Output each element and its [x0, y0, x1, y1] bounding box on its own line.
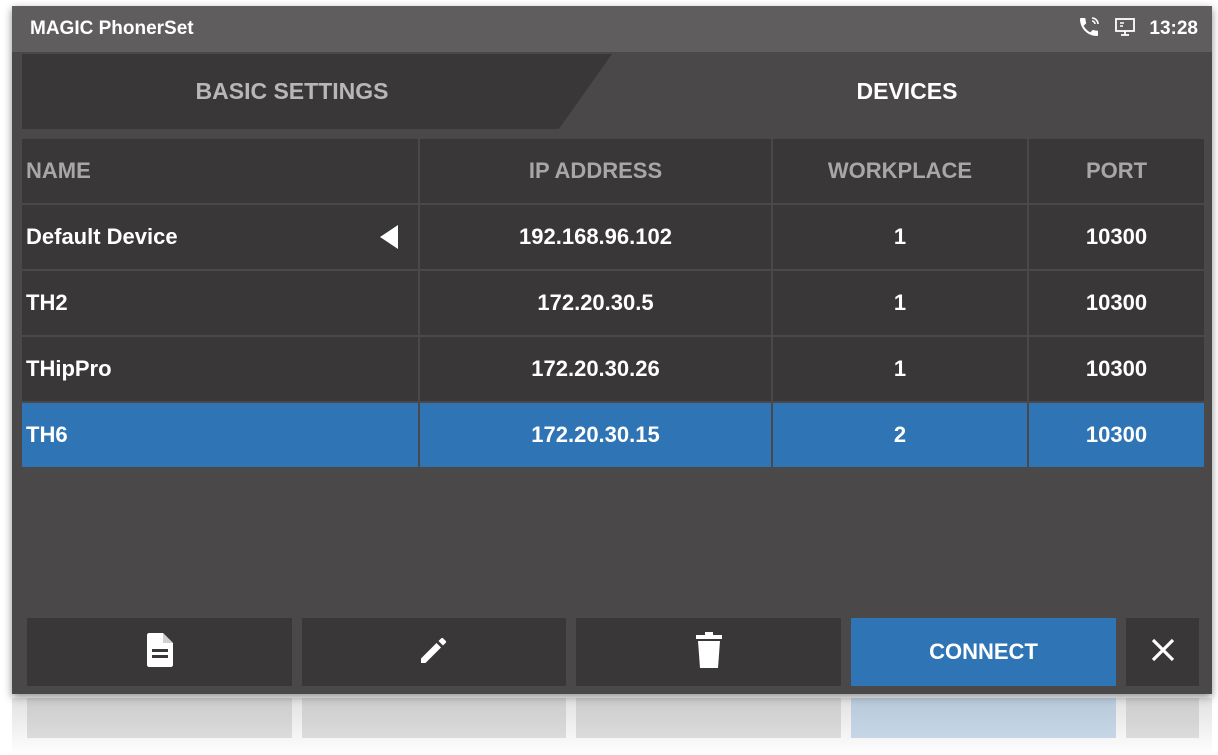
delete-device-button[interactable]: [576, 618, 841, 686]
connect-button-label: CONNECT: [929, 639, 1038, 664]
app-screen: MAGIC PhonerSet 13:28 BASIC SETTINGS DEV…: [12, 6, 1212, 694]
default-marker-icon: [380, 225, 398, 249]
reflection-shape: [851, 698, 1116, 738]
device-port: 10300: [1029, 205, 1204, 269]
status-clock: 13:28: [1149, 18, 1198, 39]
trash-icon: [695, 631, 722, 673]
tab-devices[interactable]: DEVICES: [612, 54, 1202, 129]
devices-table: NAME IP ADDRESS WORKPLACE PORT Default D…: [20, 137, 1206, 469]
reflection-shape: [27, 698, 292, 738]
document-icon: [146, 632, 173, 672]
device-name: THipPro: [22, 337, 418, 401]
tab-devices-label: DEVICES: [856, 78, 958, 104]
reflection-shape: [1126, 698, 1199, 738]
app-title: MAGIC PhonerSet: [30, 18, 194, 39]
device-workplace: 1: [773, 205, 1027, 269]
tab-basic-settings[interactable]: BASIC SETTINGS: [22, 54, 612, 129]
reflection-shape: [302, 698, 566, 738]
status-icons: 13:28: [1077, 6, 1198, 52]
device-workplace: 1: [773, 337, 1027, 401]
device-ip: 192.168.96.102: [420, 205, 771, 269]
column-header-name[interactable]: NAME: [22, 139, 418, 203]
table-row[interactable]: THipPro 172.20.30.26 1 10300: [22, 337, 1204, 401]
device-name: Default Device: [26, 224, 178, 249]
device-name-cell: Default Device: [22, 205, 418, 269]
device-ip: 172.20.30.5: [420, 271, 771, 335]
device-workplace: 1: [773, 271, 1027, 335]
screen-reflection: [12, 698, 1212, 755]
table-header-row: NAME IP ADDRESS WORKPLACE PORT: [22, 139, 1204, 203]
table-row[interactable]: Default Device 192.168.96.102 1 10300: [22, 205, 1204, 269]
new-device-button[interactable]: [27, 618, 292, 686]
reflection-shape: [576, 698, 841, 738]
table-row[interactable]: TH2 172.20.30.5 1 10300: [22, 271, 1204, 335]
close-icon: [1151, 638, 1175, 667]
column-header-port[interactable]: PORT: [1029, 139, 1204, 203]
phone-call-icon: [1077, 15, 1101, 44]
connect-button[interactable]: CONNECT: [851, 618, 1116, 686]
column-header-workplace[interactable]: WORKPLACE: [773, 139, 1027, 203]
device-port: 10300: [1029, 337, 1204, 401]
device-ip: 172.20.30.15: [420, 403, 771, 467]
device-port: 10300: [1029, 271, 1204, 335]
device-port: 10300: [1029, 403, 1204, 467]
action-toolbar: CONNECT: [27, 618, 1199, 686]
table-row-selected[interactable]: TH6 172.20.30.15 2 10300: [22, 403, 1204, 467]
pencil-icon: [419, 635, 449, 670]
edit-device-button[interactable]: [302, 618, 566, 686]
device-workplace: 2: [773, 403, 1027, 467]
close-button[interactable]: [1126, 618, 1199, 686]
monitor-icon: [1113, 15, 1137, 44]
device-ip: 172.20.30.26: [420, 337, 771, 401]
tab-bar: BASIC SETTINGS DEVICES: [22, 54, 1202, 129]
device-name: TH2: [22, 271, 418, 335]
device-name: TH6: [22, 403, 418, 467]
tab-basic-settings-label: BASIC SETTINGS: [195, 78, 389, 104]
column-header-ip[interactable]: IP ADDRESS: [420, 139, 771, 203]
status-bar: MAGIC PhonerSet 13:28: [12, 6, 1212, 52]
